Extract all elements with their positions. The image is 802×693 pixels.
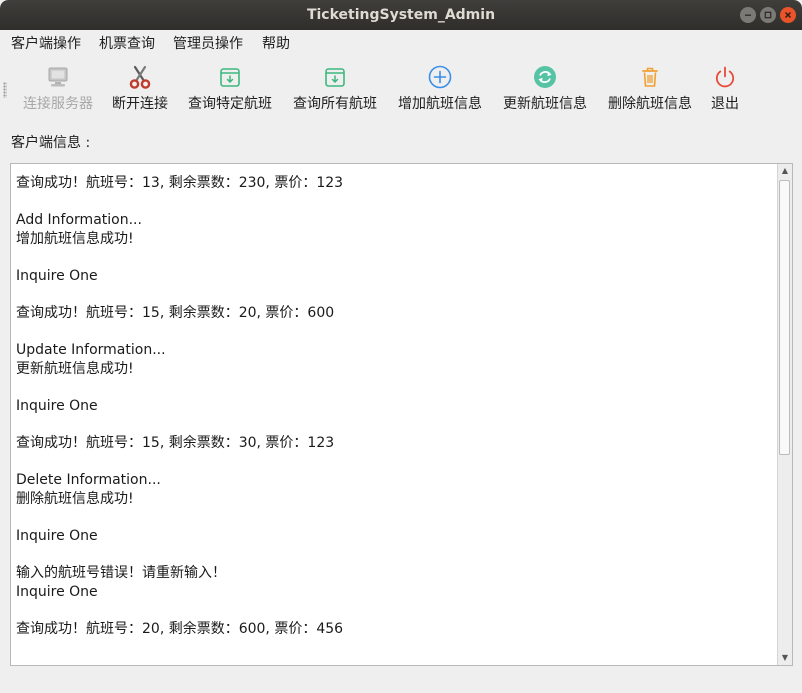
exit-button[interactable]: 退出: [706, 58, 744, 122]
add-circle-icon: [428, 65, 452, 89]
log-entry: Add Information... 增加航班信息成功!: [16, 211, 771, 249]
update-flight-button[interactable]: 更新航班信息: [498, 58, 592, 122]
disconnect-button[interactable]: 断开连接: [108, 58, 172, 122]
log-line: 查询成功！航班号：13, 剩余票数：230, 票价：123: [16, 175, 344, 191]
title-bar[interactable]: TicketingSystem_Admin: [0, 0, 802, 30]
connect-server-label: 连接服务器: [23, 96, 93, 112]
menu-client-ops[interactable]: 客户端操作: [11, 35, 81, 53]
query-all-flights-button[interactable]: 查询所有航班: [288, 58, 382, 122]
log-line: 查询成功！航班号：15, 剩余票数：30, 票价：123: [16, 435, 335, 451]
log-entry: Inquire One: [16, 397, 771, 416]
close-button[interactable]: [780, 7, 796, 23]
scroll-up-arrow[interactable]: ▲: [778, 164, 792, 178]
status-bar: [0, 668, 802, 693]
log-entry: Update Information... 更新航班信息成功!: [16, 341, 771, 379]
menu-admin-ops[interactable]: 管理员操作: [173, 35, 243, 53]
add-flight-label: 增加航班信息: [398, 96, 482, 112]
close-icon: [784, 11, 792, 19]
menu-ticket-query[interactable]: 机票查询: [99, 35, 155, 53]
log-entry: Delete Information... 删除航班信息成功!: [16, 471, 771, 509]
query-all-flights-label: 查询所有航班: [293, 96, 377, 112]
log-content: 查询成功！航班号：13, 剩余票数：230, 票价：123 Add Informa…: [16, 174, 771, 657]
archive-down-icon: [325, 68, 345, 87]
menu-bar: 客户端操作 机票查询 管理员操作 帮助: [0, 30, 802, 58]
minimize-icon: [745, 14, 751, 16]
log-entry: 输入的航班号错误！请重新输入！ Inquire One: [16, 564, 771, 602]
log-line: Add Information...: [16, 212, 142, 228]
add-flight-button[interactable]: 增加航班信息: [393, 58, 487, 122]
app-window: TicketingSystem_Admin 客户端操作 机票查询 管理员操作 帮…: [0, 0, 802, 693]
client-info-log[interactable]: 查询成功！航班号：13, 剩余票数：230, 票价：123 Add Informa…: [10, 163, 793, 666]
log-line: Delete Information...: [16, 472, 161, 488]
log-entry: 查询成功！航班号：15, 剩余票数：30, 票价：123: [16, 434, 771, 453]
archive-down-icon: [220, 68, 240, 87]
maximize-button[interactable]: [760, 7, 776, 23]
query-flight-button[interactable]: 查询特定航班: [183, 58, 277, 122]
log-line: Inquire One: [16, 584, 98, 600]
scroll-thumb[interactable]: [779, 180, 790, 455]
scissors-icon: [129, 65, 151, 89]
log-line: 更新航班信息成功!: [16, 361, 134, 377]
server-icon: [48, 67, 68, 87]
maximize-icon: [764, 11, 772, 19]
log-entry: 查询成功！航班号：20, 剩余票数：600, 票价：456: [16, 620, 771, 639]
scroll-down-arrow[interactable]: ▼: [778, 651, 792, 665]
log-line: 增加航班信息成功!: [16, 231, 134, 247]
query-flight-label: 查询特定航班: [188, 96, 272, 112]
log-line: 删除航班信息成功!: [16, 491, 134, 507]
trash-icon: [642, 67, 658, 87]
log-line: Inquire One: [16, 398, 98, 414]
log-line: Inquire One: [16, 528, 98, 544]
log-line: Update Information...: [16, 342, 166, 358]
vertical-scrollbar[interactable]: ▲ ▼: [777, 164, 792, 665]
log-entry: 查询成功！航班号：13, 剩余票数：230, 票价：123: [16, 174, 771, 193]
delete-flight-button[interactable]: 删除航班信息: [603, 58, 697, 122]
connect-server-button[interactable]: 连接服务器: [18, 58, 98, 122]
log-entry: 查询成功！航班号：15, 剩余票数：20, 票价：600: [16, 304, 771, 323]
refresh-icon: [534, 66, 556, 88]
client-info-label: 客户端信息 :: [11, 135, 91, 151]
log-line: 查询成功！航班号：20, 剩余票数：600, 票价：456: [16, 621, 344, 637]
log-entry: Inquire One: [16, 267, 771, 286]
power-icon: [715, 66, 735, 88]
log-entry: Inquire One: [16, 527, 771, 546]
update-flight-label: 更新航班信息: [503, 96, 587, 112]
log-line: Inquire One: [16, 268, 98, 284]
exit-label: 退出: [711, 96, 739, 112]
disconnect-label: 断开连接: [112, 96, 168, 112]
log-line: 查询成功！航班号：15, 剩余票数：20, 票价：600: [16, 305, 335, 321]
menu-help[interactable]: 帮助: [262, 35, 290, 53]
toolbar-grip-handle[interactable]: [3, 82, 7, 98]
toolbar: 连接服务器 断开连接 查询特定航班 查询所有航班 增加航班信息 更新航班信息 删…: [0, 58, 802, 122]
log-line: 输入的航班号错误！请重新输入！: [16, 565, 226, 581]
delete-flight-label: 删除航班信息: [608, 96, 692, 112]
minimize-button[interactable]: [740, 7, 756, 23]
window-title: TicketingSystem_Admin: [306, 7, 496, 23]
